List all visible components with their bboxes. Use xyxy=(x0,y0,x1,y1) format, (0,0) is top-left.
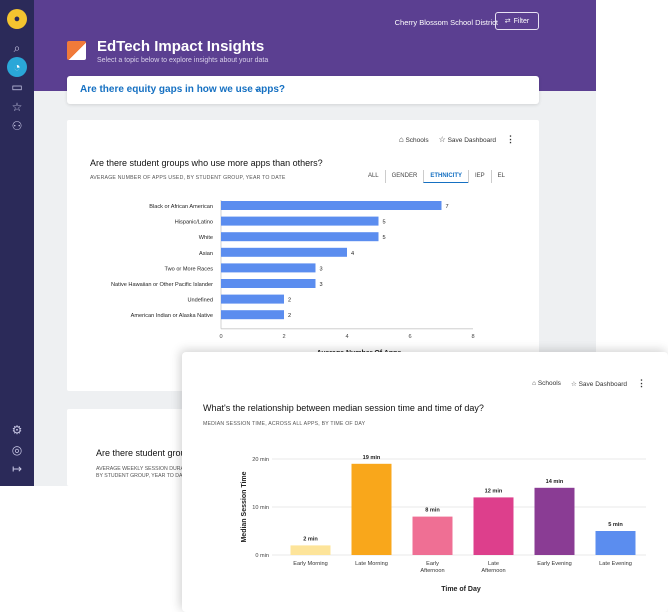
category-label: White xyxy=(199,235,213,241)
apps-by-group-card: ⌂ Schools ☆ Save Dashboard ⋮ Are there s… xyxy=(67,120,539,391)
x-tick-label: 2 xyxy=(282,334,285,340)
y-tick-label: 10 min xyxy=(252,505,269,511)
x-tick-label: Late Evening xyxy=(599,561,632,567)
page-title: EdTech Impact Insights xyxy=(97,38,265,55)
x-tick-label: 0 xyxy=(219,334,222,340)
data-label: 7 xyxy=(446,204,449,210)
bar xyxy=(221,294,284,304)
bar xyxy=(221,247,347,257)
screen: ● ⌕ ◔ ▭ ☆ ⚇ ⚙ ◎ ↦ Cherry Blossom School … xyxy=(0,0,668,612)
category-label: Black or African American xyxy=(149,204,213,210)
x-tick-label: 4 xyxy=(345,334,348,340)
data-label: 3 xyxy=(320,282,323,288)
data-label: 14 min xyxy=(546,479,564,485)
x-tick-label: Afternoon xyxy=(481,568,505,574)
x-axis-title: Time of Day xyxy=(441,586,481,593)
session-time-bar-chart: 0 min 10 min 20 min Median Session Time 2 mi… xyxy=(241,455,646,593)
data-label: 19 min xyxy=(363,455,381,461)
category-label: Native Hawaiian or Other Pacific Islande… xyxy=(111,282,213,288)
data-label: 4 xyxy=(351,251,354,257)
filter-label: Filter xyxy=(513,17,530,25)
x-tick-label: 8 xyxy=(471,334,474,340)
category-label: Two or More Races xyxy=(165,266,214,272)
data-label: 2 xyxy=(288,313,291,319)
card2-subtitle: AVERAGE WEEKLY SESSION DURATIO xyxy=(96,466,193,472)
x-tick-label: Afternoon xyxy=(420,568,444,574)
x-tick-label: Early Morning xyxy=(293,561,328,567)
bar xyxy=(221,263,316,273)
bar xyxy=(221,201,442,210)
logout-icon[interactable]: ↦ xyxy=(7,459,27,479)
district-name: Cherry Blossom School District xyxy=(394,18,498,27)
filter-button[interactable]: ⇄ Filter xyxy=(495,12,539,30)
help-icon[interactable]: ◎ xyxy=(7,440,27,460)
bar xyxy=(221,232,379,242)
briefcase-icon[interactable]: ▭ xyxy=(7,77,27,97)
bar xyxy=(473,497,514,555)
x-tick-label: Late xyxy=(488,561,499,567)
bar xyxy=(221,279,316,288)
data-label: 5 min xyxy=(608,522,623,528)
data-label: 8 min xyxy=(425,508,440,514)
x-tick-label: Late Morning xyxy=(355,561,388,567)
sidebar: ● ⌕ ◔ ▭ ☆ ⚇ ⚙ ◎ ↦ xyxy=(0,0,34,486)
bar xyxy=(351,463,392,555)
bar xyxy=(534,487,575,555)
y-axis-title: Median Session Time xyxy=(241,471,248,542)
bar xyxy=(221,216,379,226)
x-tick-label: Early Evening xyxy=(537,561,572,567)
category-label: American Indian or Alaska Native xyxy=(131,313,213,319)
data-label: 5 xyxy=(383,235,386,241)
app-logo-icon[interactable]: ● xyxy=(7,9,27,29)
data-label: 12 min xyxy=(485,488,503,494)
category-label: Hispanic/Latino xyxy=(175,220,213,226)
bar xyxy=(221,310,284,320)
bar xyxy=(595,531,636,555)
y-tick-label: 0 min xyxy=(255,553,269,559)
dashboard-icon[interactable]: ◔ xyxy=(7,57,27,77)
search-icon[interactable]: ⌕ xyxy=(7,38,27,58)
users-icon[interactable]: ⚇ xyxy=(7,116,27,136)
x-tick-label: 6 xyxy=(408,334,411,340)
category-label: Asian xyxy=(199,251,213,257)
topic-selector[interactable]: Are there equity gaps in how we use apps… xyxy=(67,76,539,104)
data-label: 5 xyxy=(383,220,386,226)
page-subtitle: Select a topic below to explore insights… xyxy=(97,57,269,64)
data-label: 2 xyxy=(288,298,291,304)
y-tick-label: 20 min xyxy=(252,457,269,463)
chevron-down-icon: ⌄ xyxy=(253,83,262,94)
category-label: Undefined xyxy=(187,298,213,304)
star-icon[interactable]: ☆ xyxy=(7,97,27,117)
bar xyxy=(290,545,331,555)
bar xyxy=(412,516,453,555)
apps-bar-chart: Black or African American 7 Hispanic/Latin… xyxy=(111,200,475,357)
brand-logo-icon xyxy=(67,41,86,60)
data-label: 2 min xyxy=(303,536,318,542)
filter-icon: ⇄ xyxy=(504,18,511,25)
session-time-card: ⌂ Schools ☆ Save Dashboard ⋮ What's the … xyxy=(182,352,668,612)
data-label: 3 xyxy=(320,266,323,272)
card2-subtitle-line2: BY STUDENT GROUP, YEAR TO DATE xyxy=(96,473,189,479)
x-tick-label: Early xyxy=(426,561,439,567)
settings-icon[interactable]: ⚙ xyxy=(7,420,27,440)
